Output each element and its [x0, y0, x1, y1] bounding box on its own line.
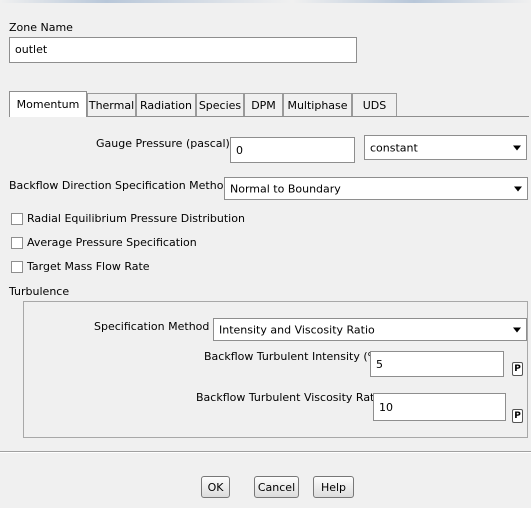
- average-pressure-checkbox-row[interactable]: Average Pressure Specification: [11, 236, 197, 250]
- zone-name-input[interactable]: outlet: [9, 37, 357, 63]
- turbulent-viscosity-label: Backflow Turbulent Viscosity Ratio: [196, 391, 385, 404]
- tab-multiphase[interactable]: Multiphase: [283, 93, 352, 116]
- ok-button[interactable]: OK: [201, 476, 230, 498]
- help-button[interactable]: Help: [313, 476, 354, 498]
- tab-uds[interactable]: UDS: [352, 93, 397, 116]
- turbulence-group-label: Turbulence: [9, 285, 70, 298]
- chevron-down-icon: [513, 327, 521, 332]
- tab-momentum[interactable]: Momentum: [9, 91, 87, 117]
- gauge-pressure-label: Gauge Pressure (pascal): [96, 137, 230, 150]
- tab-species[interactable]: Species: [196, 93, 244, 116]
- chevron-down-icon: [513, 145, 521, 150]
- footer-separator: [0, 451, 531, 453]
- chevron-down-icon: [514, 186, 522, 191]
- backflow-direction-select[interactable]: Normal to Boundary: [224, 177, 528, 200]
- turbulent-intensity-parameter-button[interactable]: P: [512, 362, 523, 376]
- radial-equilibrium-checkbox-row[interactable]: Radial Equilibrium Pressure Distribution: [11, 212, 245, 226]
- turbulent-intensity-input[interactable]: 5: [370, 351, 504, 377]
- tab-thermal[interactable]: Thermal: [87, 93, 136, 116]
- target-mass-flow-label: Target Mass Flow Rate: [27, 260, 150, 273]
- backflow-direction-value: Normal to Boundary: [230, 182, 341, 195]
- specification-method-select[interactable]: Intensity and Viscosity Ratio: [213, 318, 527, 341]
- window-top-edge: [0, 0, 531, 3]
- tab-radiation[interactable]: Radiation: [136, 93, 196, 116]
- zone-name-label: Zone Name: [9, 21, 73, 34]
- gauge-pressure-method-value: constant: [370, 141, 418, 154]
- turbulent-viscosity-input[interactable]: 10: [373, 393, 506, 421]
- average-pressure-checkbox[interactable]: [11, 237, 23, 249]
- target-mass-flow-checkbox[interactable]: [11, 261, 23, 273]
- average-pressure-label: Average Pressure Specification: [27, 236, 197, 249]
- radial-equilibrium-label: Radial Equilibrium Pressure Distribution: [27, 212, 245, 225]
- target-mass-flow-checkbox-row[interactable]: Target Mass Flow Rate: [11, 260, 150, 274]
- turbulent-intensity-label: Backflow Turbulent Intensity (%): [204, 350, 383, 363]
- backflow-direction-label: Backflow Direction Specification Method: [9, 179, 231, 192]
- gauge-pressure-method-select[interactable]: constant: [364, 135, 527, 160]
- gauge-pressure-input[interactable]: 0: [230, 137, 355, 163]
- tab-dpm[interactable]: DPM: [244, 93, 283, 116]
- turbulent-viscosity-parameter-button[interactable]: P: [512, 409, 523, 423]
- radial-equilibrium-checkbox[interactable]: [11, 213, 23, 225]
- cancel-button[interactable]: Cancel: [254, 476, 299, 498]
- specification-method-label: Specification Method: [94, 320, 210, 333]
- specification-method-value: Intensity and Viscosity Ratio: [219, 323, 375, 336]
